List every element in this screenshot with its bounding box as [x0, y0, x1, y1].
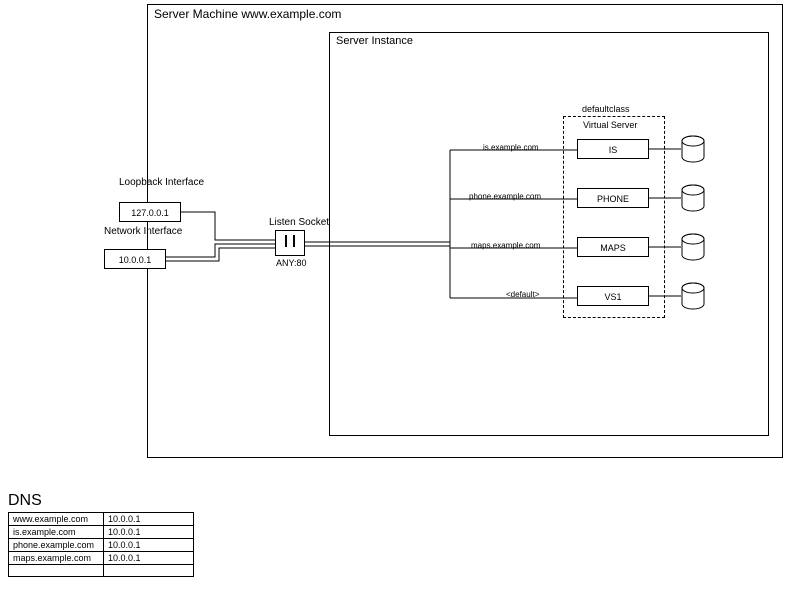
listen-socket-value: ANY:80: [276, 258, 307, 268]
vs-name-2: MAPS: [600, 243, 626, 253]
dns-title: DNS: [8, 492, 42, 510]
dns-ip-4: [104, 565, 194, 577]
defaultclass-label: defaultclass: [582, 104, 630, 114]
db-icon-2: [680, 233, 706, 263]
loopback-ip-text: 127.0.0.1: [131, 208, 169, 218]
server-instance-title: Server Instance: [336, 35, 413, 47]
socket-icon: [276, 231, 304, 255]
loopback-label: Loopback Interface: [119, 177, 204, 188]
dns-host-3: maps.example.com: [9, 552, 104, 565]
dns-host-2: phone.example.com: [9, 539, 104, 552]
dns-host-4: [9, 565, 104, 577]
table-row: is.example.com10.0.0.1: [9, 526, 194, 539]
vs-box-2: MAPS: [577, 237, 649, 257]
db-icon-3: [680, 282, 706, 312]
server-machine-title: Server Machine www.example.com: [154, 7, 341, 21]
network-ip-box: 10.0.0.1: [104, 249, 166, 269]
vs-box-3: VS1: [577, 286, 649, 306]
dns-ip-3: 10.0.0.1: [104, 552, 194, 565]
listen-socket-label: Listen Socket: [269, 217, 329, 228]
vs-host-1: phone.example.com: [469, 192, 541, 201]
listen-socket-box: [275, 230, 305, 256]
vs-name-0: IS: [609, 145, 618, 155]
db-icon-1: [680, 184, 706, 214]
table-row: phone.example.com10.0.0.1: [9, 539, 194, 552]
dns-ip-2: 10.0.0.1: [104, 539, 194, 552]
network-ip-text: 10.0.0.1: [119, 255, 152, 265]
vs-host-3: <default>: [506, 290, 539, 299]
vs-name-3: VS1: [604, 292, 621, 302]
loopback-ip-box: 127.0.0.1: [119, 202, 181, 222]
table-row: www.example.com10.0.0.1: [9, 513, 194, 526]
db-icon-0: [680, 135, 706, 165]
vs-box-1: PHONE: [577, 188, 649, 208]
vs-host-0: is.example.com: [483, 143, 539, 152]
diagram-stage: Server Machine www.example.com Server In…: [0, 0, 800, 592]
dns-host-1: is.example.com: [9, 526, 104, 539]
vs-box-0: IS: [577, 139, 649, 159]
network-label: Network Interface: [104, 226, 182, 237]
vs-host-2: maps.example.com: [471, 241, 540, 250]
dns-table: www.example.com10.0.0.1 is.example.com10…: [8, 512, 194, 577]
vs-name-1: PHONE: [597, 194, 629, 204]
dns-ip-1: 10.0.0.1: [104, 526, 194, 539]
table-row: maps.example.com10.0.0.1: [9, 552, 194, 565]
dns-ip-0: 10.0.0.1: [104, 513, 194, 526]
dns-host-0: www.example.com: [9, 513, 104, 526]
table-row: [9, 565, 194, 577]
virtual-server-label: Virtual Server: [583, 120, 637, 130]
